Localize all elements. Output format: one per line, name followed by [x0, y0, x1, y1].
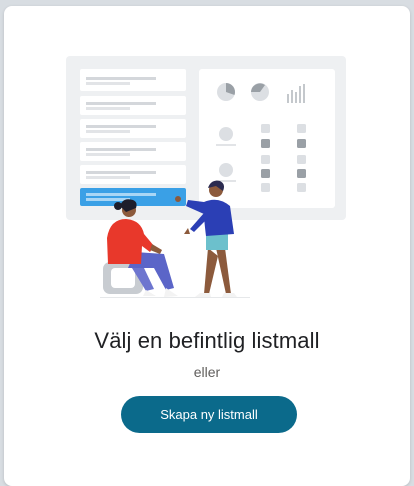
template-illustration [66, 56, 346, 298]
list-row [80, 96, 186, 115]
separator-text: eller [193, 364, 221, 380]
list-row [80, 119, 186, 138]
create-new-template-button[interactable]: Skapa ny listmall [121, 396, 297, 433]
ground-line [100, 297, 250, 298]
page-title: Välj en befintlig listmall [94, 328, 320, 353]
dialog-panel: Välj en befintlig listmall eller Skapa n… [4, 6, 410, 486]
pie-chart-icon [217, 82, 236, 101]
pie-chart-icon [251, 83, 269, 101]
list-row [80, 142, 186, 161]
list-row [80, 165, 186, 184]
